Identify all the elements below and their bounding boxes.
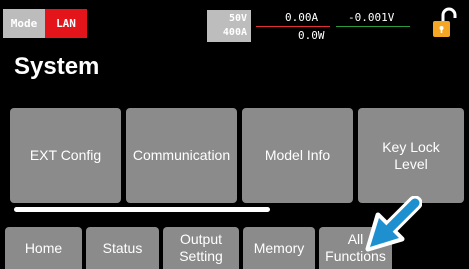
tab-label: Memory [253,239,305,256]
tab-label: Output Setting [179,231,223,264]
range-indicator: 50V 400A [207,10,251,42]
power-reading: 0.0W [298,29,325,42]
ext-config-button[interactable]: EXT Config [10,108,121,203]
tab-memory[interactable]: Memory [243,227,315,269]
voltage-range: 50V [228,13,247,24]
tile-label: Model Info [264,147,331,163]
horizontal-scrollbar[interactable] [14,207,270,212]
system-screen: Mode LAN 50V 400A 0.00A -0.001V 0.0W Sys… [0,0,469,269]
unlocked-padlock-icon[interactable] [430,6,460,40]
current-underline [256,26,330,27]
tile-label: Key Lock Level [382,138,440,172]
tab-label: Status [102,239,143,256]
arrow-pointer-icon [365,196,422,252]
communication-button[interactable]: Communication [126,108,237,203]
current-range: 400A [222,27,247,38]
tab-status[interactable]: Status [86,227,159,269]
mode-button[interactable]: Mode [3,9,45,38]
tab-output-setting[interactable]: Output Setting [163,227,239,269]
voltage-underline [336,26,410,27]
tab-home[interactable]: Home [5,227,82,269]
key-lock-level-button[interactable]: Key Lock Level [358,108,464,203]
tile-label: EXT Config [29,147,102,163]
tab-label: Home [24,239,63,256]
tile-label: Communication [132,147,231,163]
lan-indicator: LAN [45,9,87,38]
model-info-button[interactable]: Model Info [242,108,353,203]
page-title: System [14,53,100,80]
voltage-reading: -0.001V [348,11,395,24]
current-reading: 0.00A [285,11,319,24]
